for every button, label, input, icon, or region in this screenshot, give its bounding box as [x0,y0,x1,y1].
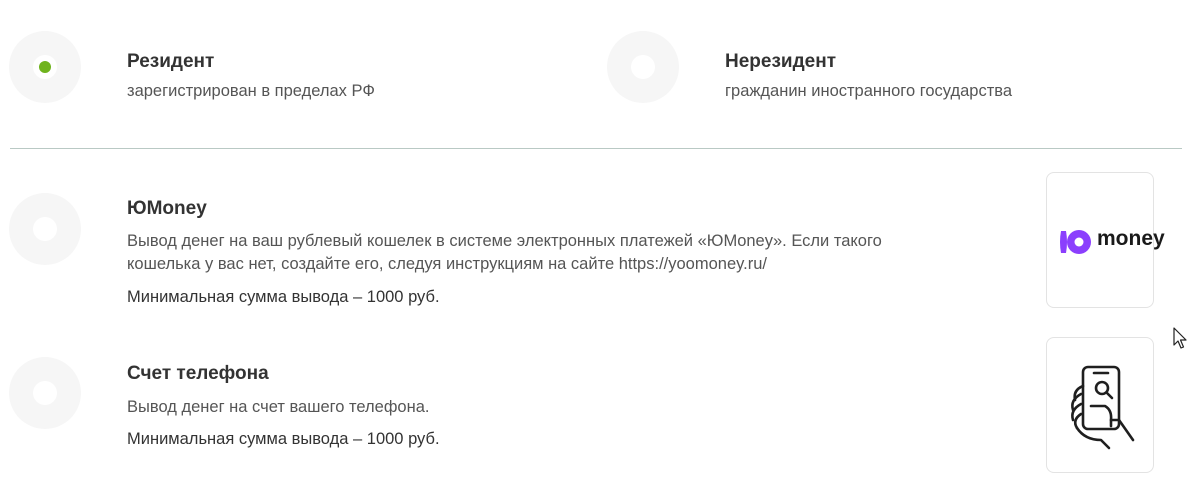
phone-title: Счет телефона [127,363,269,384]
yoomoney-description-line2: кошелька у вас нет, создайте его, следуя… [127,255,767,273]
yoomoney-logo-text: money [1097,227,1165,250]
nonresident-title: Нерезидент [725,51,836,72]
phone-radio[interactable] [9,357,81,429]
resident-description: зарегистрирован в пределах РФ [127,82,375,100]
yoomoney-radio[interactable] [9,193,81,265]
mouse-cursor-icon [1173,327,1187,349]
nonresident-description: гражданин иностранного государства [725,82,1013,100]
resident-radio-selected-dot [39,61,51,73]
resident-title: Резидент [127,51,215,72]
yoomoney-min-amount: Минимальная сумма вывода – 1000 руб. [127,288,440,306]
yoomoney-title: ЮMoney [127,198,207,219]
resident-radio-inner [33,55,57,79]
phone-radio-inner [33,381,57,405]
phone-in-hand-icon [1071,365,1135,450]
phone-description: Вывод денег на счет вашего телефона. [127,398,430,416]
phone-min-amount: Минимальная сумма вывода – 1000 руб. [127,430,440,448]
section-divider [10,148,1182,149]
phone-logo-card[interactable] [1046,337,1154,473]
nonresident-radio-inner [631,55,655,79]
nonresident-radio[interactable] [607,31,679,103]
resident-radio[interactable] [9,31,81,103]
yoomoney-logo-icon [1060,230,1091,254]
yoomoney-logo-card[interactable]: money [1046,172,1165,308]
payout-settings-page: Резидент зарегистрирован в пределах РФ Н… [0,0,1200,498]
yoomoney-radio-inner [33,217,57,241]
yoomoney-description-line1: Вывод денег на ваш рублевый кошелек в си… [127,232,882,250]
